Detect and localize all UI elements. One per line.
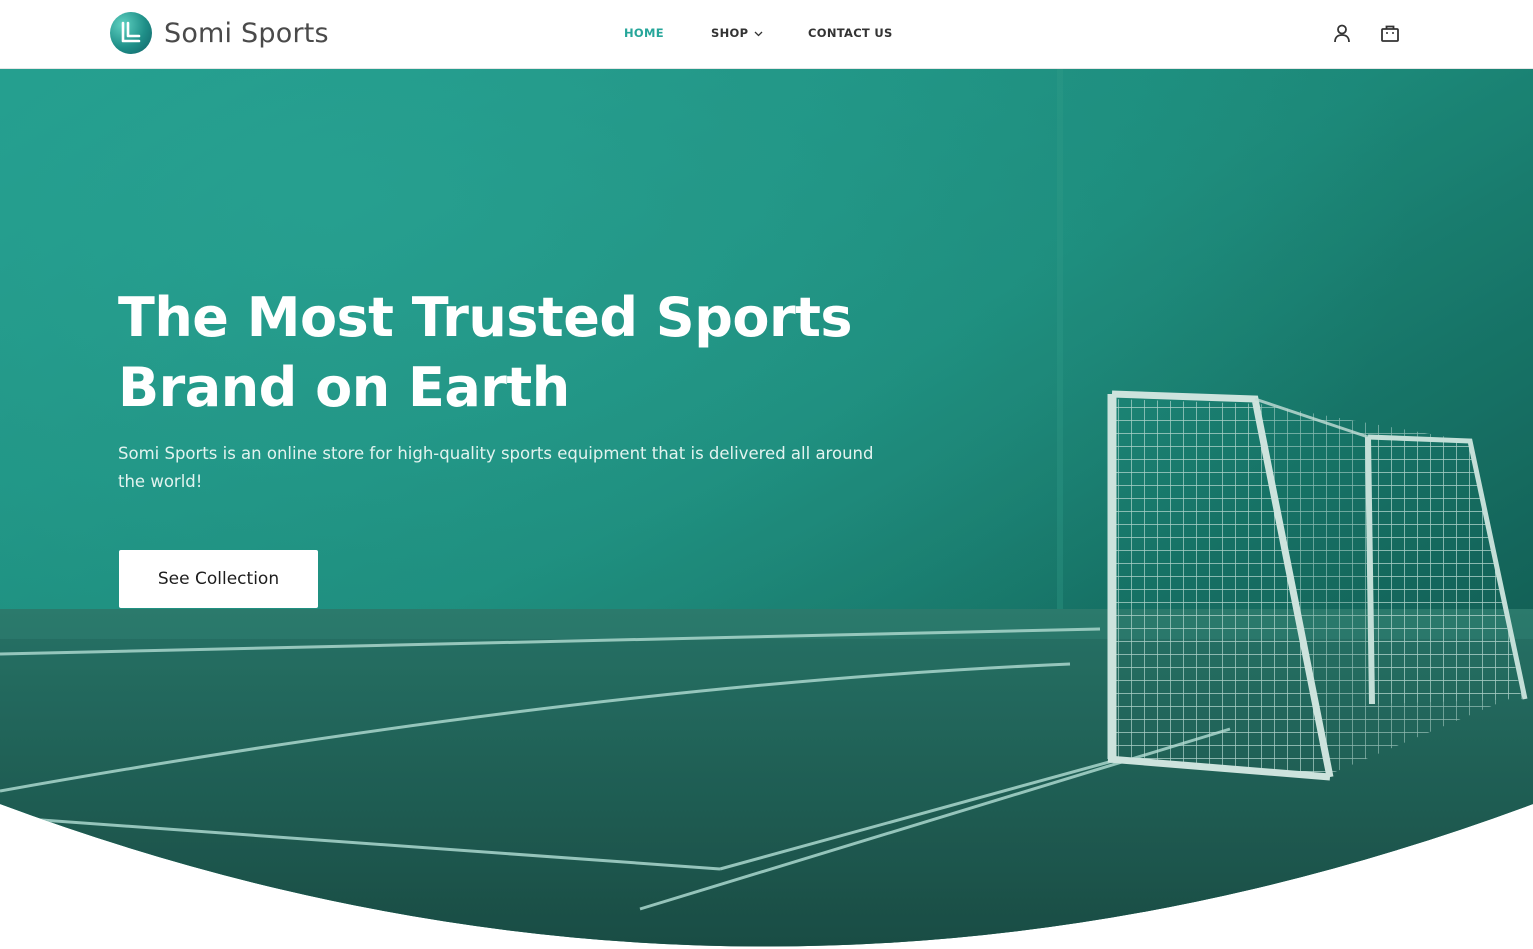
hero-description: Somi Sports is an online store for high-… (118, 444, 874, 491)
shopping-bag-icon[interactable] (1379, 22, 1401, 44)
brand-name: Somi Sports (164, 17, 329, 49)
hero-title-line2: Brand on Earth (118, 356, 570, 419)
somi-sports-logo-icon (110, 12, 152, 54)
hero-background-image (0, 69, 1533, 947)
nav-shop-label: SHOP (711, 26, 749, 40)
nav-home-wrap: HOME (624, 0, 664, 66)
nav-shop-wrap: SHOP (711, 0, 763, 66)
nav-contact-wrap: CONTACT US (808, 0, 893, 66)
hero-section: The Most Trusted Sports Brand on Earth S… (0, 69, 1533, 949)
hero-title: The Most Trusted Sports Brand on Earth (118, 283, 878, 423)
see-collection-button[interactable]: See Collection (119, 550, 318, 608)
nav-shop-link[interactable]: SHOP (711, 26, 763, 40)
nav-contact-link[interactable]: CONTACT US (808, 26, 893, 40)
hero-title-line1: The Most Trusted Sports (118, 286, 853, 349)
user-icon[interactable] (1331, 22, 1353, 44)
site-logo[interactable]: Somi Sports (110, 12, 329, 54)
site-header: Somi Sports HOME SHOP CONTACT US (0, 0, 1533, 69)
chevron-down-icon (754, 26, 763, 40)
nav-home-link[interactable]: HOME (624, 26, 664, 40)
